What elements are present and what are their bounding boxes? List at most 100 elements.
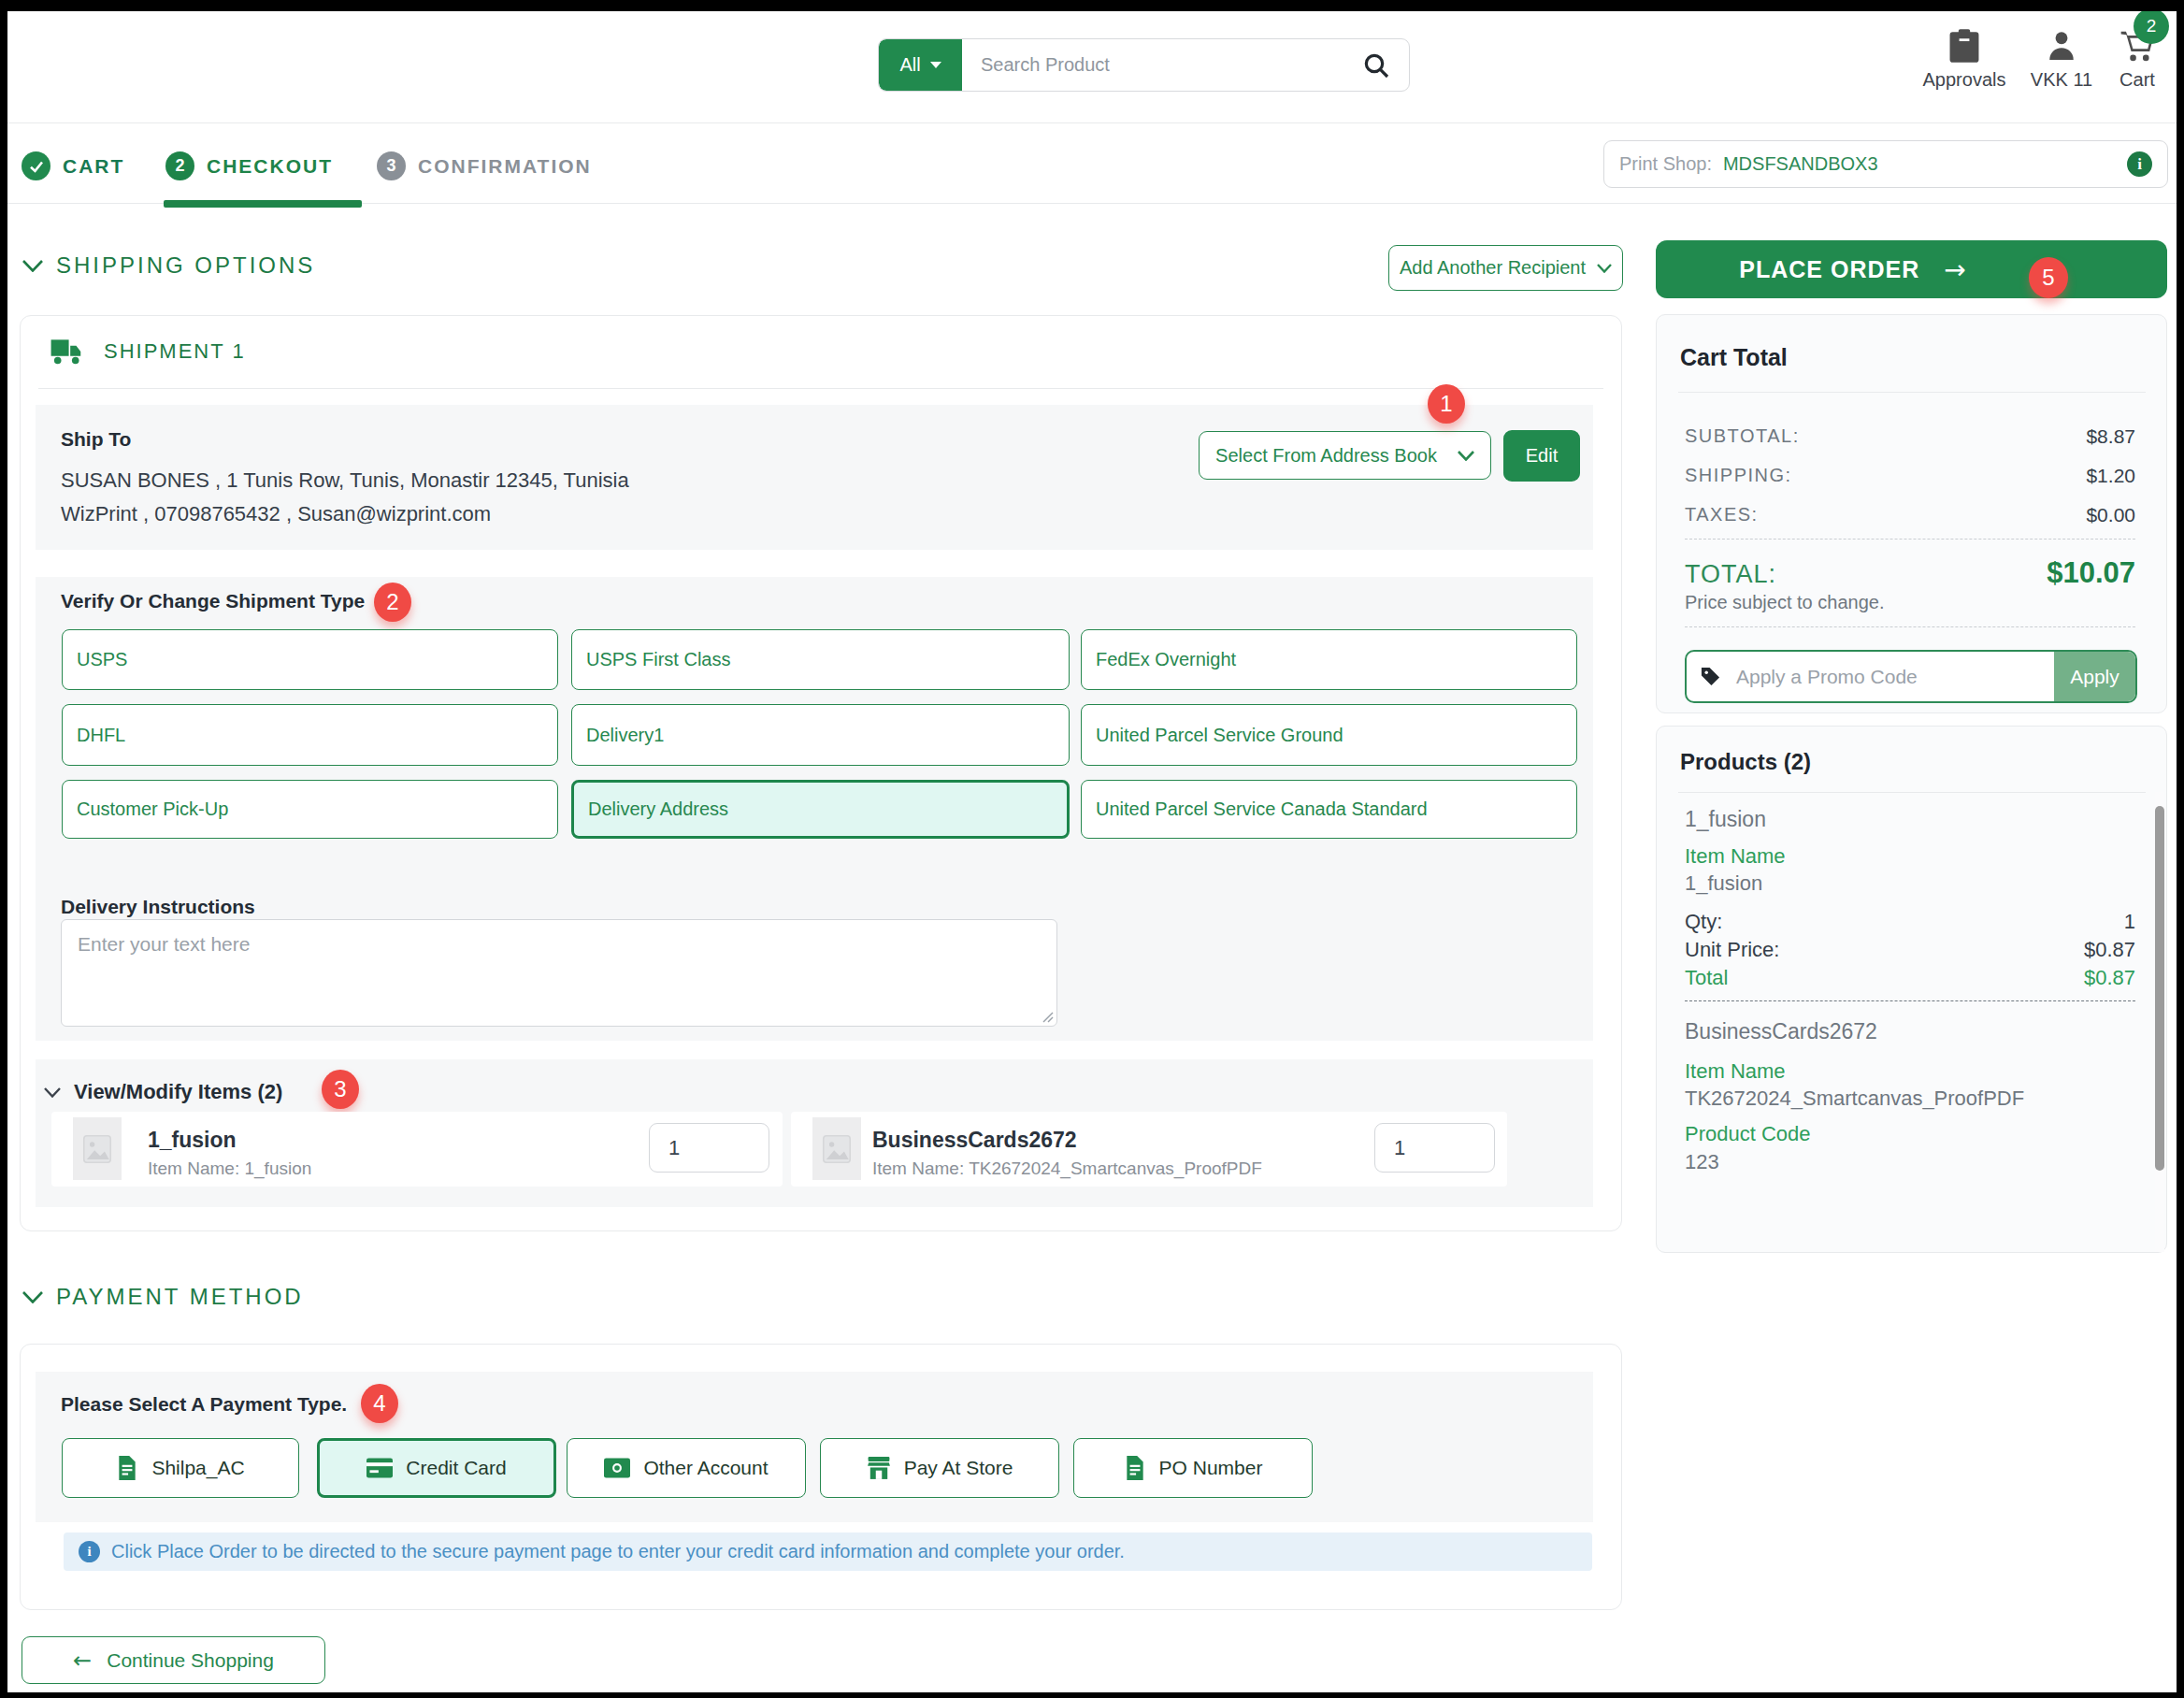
search-scope-dropdown[interactable]: All bbox=[879, 39, 962, 91]
nav-label: Approvals bbox=[1923, 69, 2006, 91]
item-qty-input[interactable]: 1 bbox=[649, 1123, 769, 1173]
print-shop-field[interactable]: Print Shop: MDSFSANDBOX3 i bbox=[1603, 140, 2168, 188]
total-row: TOTAL:$10.07 bbox=[1685, 556, 2135, 590]
promo-code-field: Apply a Promo Code Apply bbox=[1685, 650, 2137, 703]
place-order-button[interactable]: PLACE ORDER → bbox=[1656, 240, 2167, 298]
item-thumbnail bbox=[812, 1117, 861, 1180]
chevron-down-icon bbox=[44, 1087, 61, 1098]
continue-shopping-button[interactable]: ← Continue Shopping bbox=[22, 1636, 325, 1684]
info-icon[interactable]: i bbox=[2127, 151, 2152, 177]
unit-price-row: Unit Price:$0.87 bbox=[1685, 938, 2135, 962]
shipment-type-ups-ground[interactable]: United Parcel Service Ground bbox=[1081, 704, 1577, 766]
chevron-down-icon bbox=[22, 260, 43, 272]
shipment-type-ups-canada[interactable]: United Parcel Service Canada Standard bbox=[1081, 780, 1577, 839]
user-icon bbox=[2045, 28, 2078, 64]
add-another-recipient-button[interactable]: Add Another Recipient bbox=[1388, 245, 1623, 291]
shipment-type-dhfl[interactable]: DHFL bbox=[62, 704, 558, 766]
item-title: BusinessCards2672 bbox=[872, 1128, 1077, 1153]
delivery-instructions-textarea[interactable]: Enter your text here bbox=[61, 919, 1057, 1027]
product-name: BusinessCards2672 bbox=[1685, 1019, 1877, 1044]
subtotal-row: SUBTOTAL:$8.87 bbox=[1685, 425, 2135, 448]
item-name-label: Item Name bbox=[1685, 844, 1786, 869]
nav-user[interactable]: VKK 11 bbox=[2019, 28, 2104, 91]
tag-icon bbox=[1700, 666, 1721, 687]
payment-po-number[interactable]: PO Number bbox=[1073, 1438, 1313, 1498]
page: All Search Product Approvals VKK 11 Cart… bbox=[7, 11, 2177, 1692]
item-thumbnail bbox=[73, 1117, 122, 1180]
payment-method-heading[interactable]: PAYMENT METHOD bbox=[22, 1284, 304, 1310]
shipping-row: SHIPPING:$1.20 bbox=[1685, 465, 2135, 487]
payment-shilpa-ac[interactable]: Shilpa_AC bbox=[62, 1438, 299, 1498]
document-icon bbox=[116, 1456, 138, 1480]
resize-handle[interactable] bbox=[1041, 1010, 1054, 1023]
view-modify-items-header[interactable]: View/Modify Items (2) bbox=[44, 1080, 282, 1104]
credit-card-icon bbox=[366, 1458, 393, 1478]
item-name-value: TK2672024_Smartcanvas_ProofPDF bbox=[1685, 1086, 2024, 1111]
search-button[interactable] bbox=[1343, 39, 1409, 91]
item-qty-input[interactable]: 1 bbox=[1374, 1123, 1495, 1173]
product-code-value: 123 bbox=[1685, 1150, 1719, 1174]
ship-to-address-line1: SUSAN BONES , 1 Tunis Row, Tunis, Monast… bbox=[61, 468, 629, 493]
payment-pay-at-store[interactable]: Pay At Store bbox=[820, 1438, 1059, 1498]
money-icon bbox=[604, 1458, 630, 1478]
apply-promo-button[interactable]: Apply bbox=[2054, 652, 2135, 701]
shipment-title: SHIPMENT 1 bbox=[50, 337, 246, 367]
delivery-instructions-label: Delivery Instructions bbox=[61, 896, 255, 918]
store-icon bbox=[867, 1457, 891, 1479]
cart-item-1: 1_fusion Item Name: 1_fusion 1 bbox=[51, 1112, 783, 1187]
textarea-placeholder: Enter your text here bbox=[78, 933, 250, 956]
verify-shipment-type-label: Verify Or Change Shipment Type bbox=[61, 590, 365, 612]
shipment-type-usps[interactable]: USPS bbox=[62, 629, 558, 690]
product-total-row: Total$0.87 bbox=[1685, 966, 2135, 990]
active-step-underline bbox=[164, 200, 362, 208]
chevron-down-icon bbox=[930, 62, 941, 68]
search-input[interactable]: Search Product bbox=[962, 39, 1343, 91]
item-name: Item Name: TK2672024_Smartcanvas_ProofPD… bbox=[872, 1158, 1262, 1179]
item-title: 1_fusion bbox=[148, 1128, 237, 1153]
nav-label: Cart bbox=[2119, 69, 2155, 91]
select-payment-type-label: Please Select A Payment Type. bbox=[61, 1393, 347, 1416]
qty-row: Qty:1 bbox=[1685, 910, 2135, 934]
products-scrollbar[interactable] bbox=[2155, 792, 2164, 1252]
select-address-book-dropdown[interactable]: Select From Address Book bbox=[1199, 431, 1491, 480]
tutorial-badge-3: 3 bbox=[322, 1070, 359, 1109]
print-shop-value: MDSFSANDBOX3 bbox=[1723, 153, 1878, 175]
shipment-type-customer-pickup[interactable]: Customer Pick-Up bbox=[62, 780, 558, 839]
info-icon: i bbox=[79, 1541, 100, 1562]
arrow-right-icon: → bbox=[1944, 254, 1966, 285]
step-checkout[interactable]: 2 CHECKOUT bbox=[165, 151, 333, 180]
payment-credit-card[interactable]: Credit Card bbox=[317, 1438, 556, 1498]
promo-code-input[interactable]: Apply a Promo Code bbox=[1687, 652, 2054, 701]
print-shop-label: Print Shop: bbox=[1619, 153, 1712, 175]
nav-approvals[interactable]: Approvals bbox=[1918, 28, 2011, 91]
step-confirmation: 3 CONFIRMATION bbox=[377, 151, 592, 180]
tutorial-badge-2: 2 bbox=[374, 583, 411, 622]
ship-to-label: Ship To bbox=[61, 428, 131, 451]
item-name-label: Item Name bbox=[1685, 1059, 1786, 1084]
check-icon bbox=[22, 151, 50, 180]
taxes-row: TAXES:$0.00 bbox=[1685, 504, 2135, 526]
clipboard-icon bbox=[1948, 28, 1980, 64]
chevron-down-icon bbox=[1458, 451, 1474, 461]
edit-address-button[interactable]: Edit bbox=[1503, 430, 1580, 482]
payment-note: i Click Place Order to be directed to th… bbox=[64, 1533, 1592, 1571]
cart-total-title: Cart Total bbox=[1680, 344, 1788, 371]
shipment-type-delivery-address[interactable]: Delivery Address bbox=[571, 780, 1070, 839]
nav-label: VKK 11 bbox=[2031, 69, 2092, 91]
tutorial-badge-4: 4 bbox=[361, 1384, 398, 1423]
product-code-label: Product Code bbox=[1685, 1122, 1811, 1146]
ship-to-address-line2: WizPrint , 07098765432 , Susan@wizprint.… bbox=[61, 502, 491, 526]
product-name: 1_fusion bbox=[1685, 807, 1766, 832]
cart-item-2: BusinessCards2672 Item Name: TK2672024_S… bbox=[791, 1112, 1507, 1187]
shipment-type-delivery1[interactable]: Delivery1 bbox=[571, 704, 1070, 766]
shipment-type-fedex-overnight[interactable]: FedEx Overnight bbox=[1081, 629, 1577, 690]
step-cart[interactable]: CART bbox=[22, 151, 124, 180]
price-note: Price subject to change. bbox=[1685, 592, 1884, 613]
products-title: Products (2) bbox=[1680, 749, 1811, 775]
item-name: Item Name: 1_fusion bbox=[148, 1158, 311, 1179]
shipment-type-usps-first-class[interactable]: USPS First Class bbox=[571, 629, 1070, 690]
payment-other-account[interactable]: Other Account bbox=[567, 1438, 806, 1498]
item-name-value: 1_fusion bbox=[1685, 871, 1762, 896]
chevron-down-icon bbox=[22, 1291, 43, 1303]
shipping-options-heading[interactable]: SHIPPING OPTIONS bbox=[22, 252, 315, 279]
